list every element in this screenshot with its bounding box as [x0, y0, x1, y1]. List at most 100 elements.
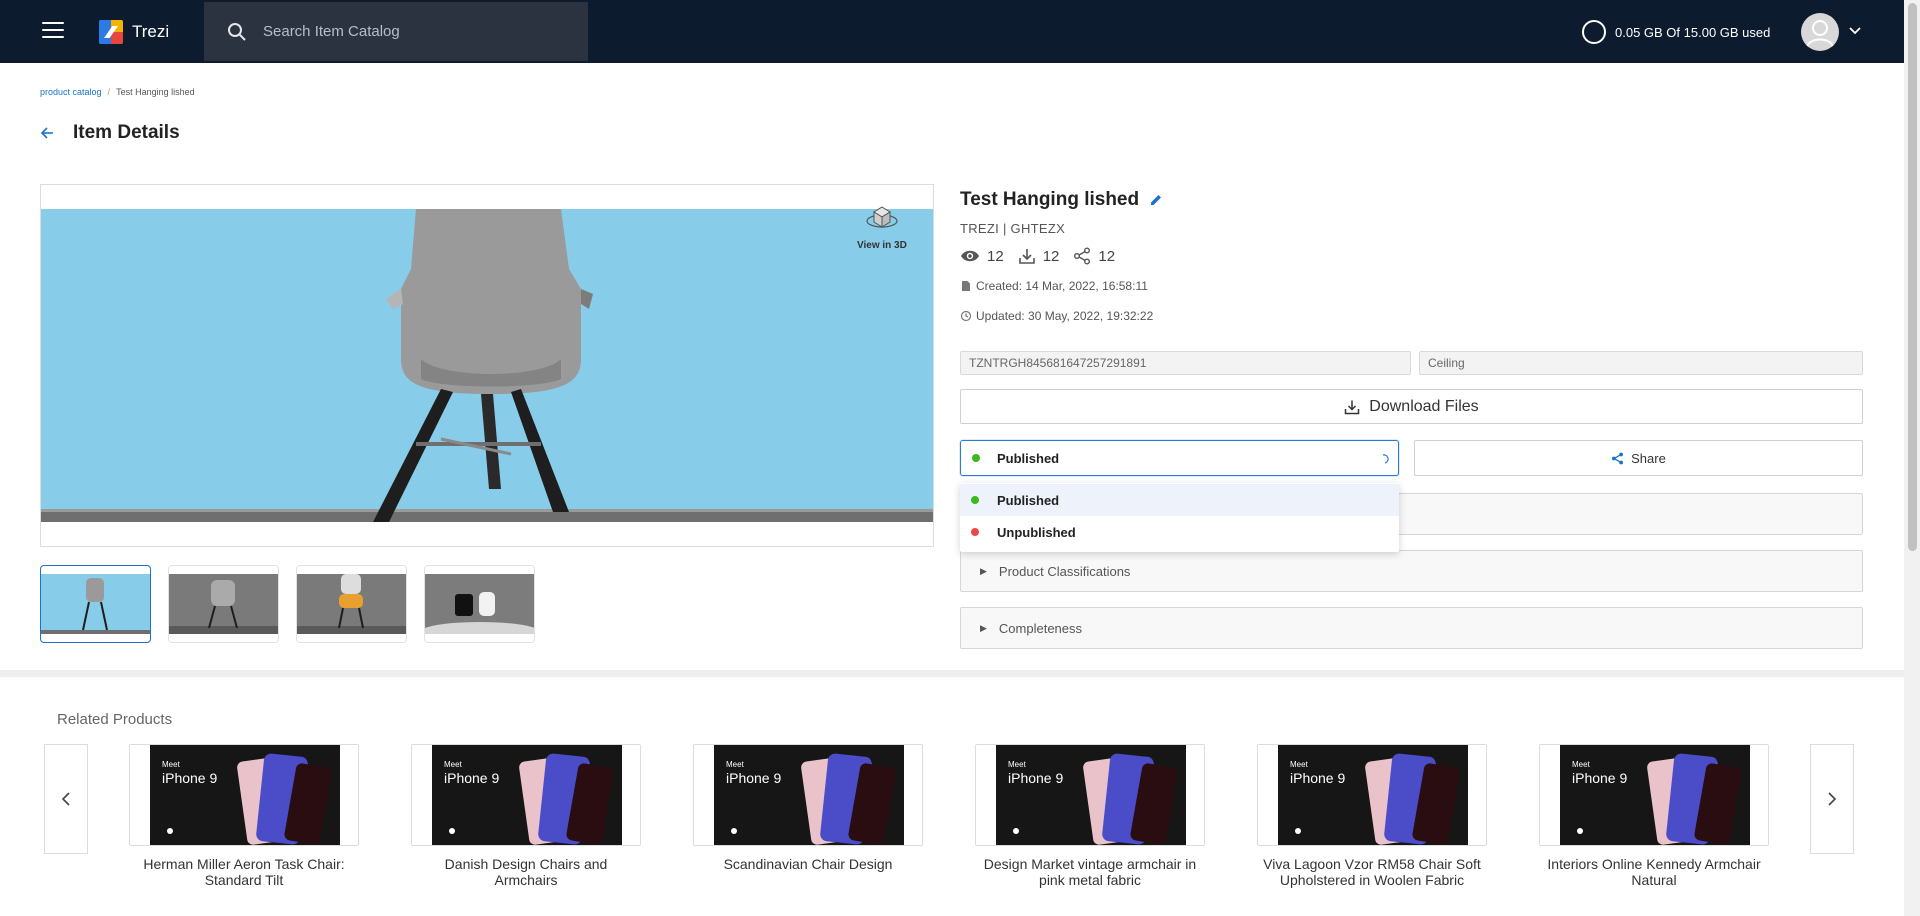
chevron-down-icon[interactable] [1848, 24, 1862, 38]
product-thumbnail-graphic: MeetiPhone 9 [1278, 745, 1468, 845]
chevron-left-icon [61, 792, 70, 806]
pencil-edit-icon[interactable] [1149, 193, 1163, 207]
related-product-name[interactable]: Interiors Online Kennedy Armchair Natura… [1539, 856, 1769, 888]
page-scrollbar[interactable] [1904, 0, 1920, 916]
caret-right-icon: ▶ [980, 565, 987, 576]
history-icon [960, 310, 972, 322]
trezi-logo-icon [99, 20, 123, 44]
image-text-model: iPhone 9 [1008, 770, 1063, 786]
sku-field: TZNTRGH845681647257291891 [960, 351, 1411, 375]
status-option-label: Unpublished [997, 524, 1076, 540]
updated-text: Updated: 30 May, 2022, 19:32:22 [976, 309, 1154, 323]
breadcrumb: product catalog / Test Hanging lished [40, 87, 195, 97]
shares-stat: 12 [1073, 247, 1115, 265]
related-product-image[interactable]: Meet iPhone 9 [975, 744, 1205, 846]
scrollbar-thumb[interactable] [1908, 3, 1917, 551]
accordion-classifications-label: Product Classifications [998, 563, 1131, 579]
cube-3d-icon [866, 206, 898, 228]
breadcrumb-separator: / [107, 87, 111, 97]
thumbnail-1[interactable] [40, 565, 151, 643]
status-dropdown-menu: Published Unpublished [960, 483, 1399, 552]
related-product-image[interactable]: Meet iPhone 9 [1539, 744, 1769, 846]
breadcrumb-link-catalog[interactable]: product catalog [40, 87, 102, 97]
download-icon [1018, 249, 1035, 264]
updated-date: Updated: 30 May, 2022, 19:32:22 [960, 309, 1153, 323]
status-option-unpublished[interactable]: Unpublished [960, 516, 1399, 548]
status-selected-value: Published [997, 450, 1060, 466]
app-logo[interactable]: Trezi [99, 20, 169, 44]
related-products-title: Related Products [57, 711, 173, 728]
view-in-3d-label: View in 3D [857, 240, 907, 251]
accordion-product-classifications[interactable]: ▶ Product Classifications [960, 550, 1863, 592]
related-product-image[interactable]: Meet iPhone 9 [693, 744, 923, 846]
status-option-published[interactable]: Published [960, 484, 1399, 516]
view-in-3d-button[interactable]: View in 3D [857, 205, 907, 251]
image-text-meet: Meet [726, 760, 745, 769]
views-count: 12 [987, 247, 1004, 265]
shares-count: 12 [1098, 247, 1116, 265]
chevron-right-icon [1828, 792, 1837, 806]
avatar[interactable] [1801, 13, 1839, 51]
thumbnail-3[interactable] [296, 565, 407, 643]
related-product-image[interactable]: Meet iPhone 9 [411, 744, 641, 846]
related-product-name[interactable]: Viva Lagoon Vzor RM58 Chair Soft Upholst… [1257, 856, 1487, 888]
related-product-image[interactable]: Meet iPhone 9 [1257, 744, 1487, 846]
category-field: Ceiling [1419, 351, 1863, 375]
download-files-label: Download Files [1369, 397, 1479, 415]
section-divider [0, 670, 1904, 677]
storage-ring-icon [1582, 20, 1606, 44]
product-thumbnail-graphic: MeetiPhone 9 [1560, 745, 1750, 845]
status-dot-published [972, 454, 980, 462]
product-render-image[interactable] [41, 209, 933, 522]
download-icon [1345, 400, 1360, 414]
related-product-image[interactable]: Meet iPhone 9 [129, 744, 359, 846]
related-product-card[interactable]: Meet iPhone 9 Design Market vintage armcha… [975, 744, 1205, 888]
image-text-meet: Meet [162, 760, 181, 769]
item-title-row: Test Hanging lished [960, 189, 1163, 211]
product-viewer[interactable]: View in 3D [40, 184, 934, 547]
image-text-meet: Meet [1290, 760, 1309, 769]
status-select[interactable]: Published [960, 440, 1399, 476]
document-icon [962, 281, 970, 291]
thumbnail-2[interactable] [168, 565, 279, 643]
related-product-card[interactable]: Meet iPhone 9 Scandinavian Chair Design [693, 744, 923, 872]
image-text-model: iPhone 9 [1290, 770, 1345, 786]
related-product-card[interactable]: Meet iPhone 9 Interiors Online Kennedy Arm… [1539, 744, 1769, 888]
related-product-card[interactable]: Meet iPhone 9 Danish Design Chairs and Arm… [411, 744, 641, 888]
image-text-meet: Meet [1008, 760, 1027, 769]
related-product-name[interactable]: Scandinavian Chair Design [693, 856, 923, 872]
image-text-model: iPhone 9 [1572, 770, 1627, 786]
carousel-prev-button[interactable] [44, 744, 88, 854]
search-input[interactable] [263, 23, 563, 40]
views-stat: 12 [960, 248, 1004, 265]
share-button[interactable]: Share [1414, 440, 1863, 476]
thumbnail-strip [40, 565, 535, 643]
item-stats: 12 12 12 [960, 247, 1129, 265]
user-avatar-icon [1806, 20, 1834, 48]
carousel-next-button[interactable] [1810, 744, 1854, 854]
accordion-completeness[interactable]: ▶ Completeness [960, 607, 1863, 649]
related-product-name[interactable]: Design Market vintage armchair in pink m… [975, 856, 1205, 888]
created-text: Created: 14 Mar, 2022, 16:58:11 [976, 279, 1148, 293]
image-text-meet: Meet [444, 760, 463, 769]
storage-usage: 0.05 GB Of 15.00 GB used [1582, 20, 1770, 44]
page-title: Item Details [73, 122, 180, 143]
related-product-card[interactable]: Meet iPhone 9 Herman Miller Aeron Task Cha… [129, 744, 359, 888]
status-dot-unpublished [971, 528, 979, 536]
download-files-button[interactable]: Download Files [960, 389, 1863, 424]
related-product-card[interactable]: Meet iPhone 9 Viva Lagoon Vzor RM58 Chair … [1257, 744, 1487, 888]
product-thumbnail-graphic: MeetiPhone 9 [996, 745, 1186, 845]
top-bar: Trezi 0.05 GB Of 15.00 GB used [0, 0, 1904, 63]
back-arrow-icon[interactable] [39, 125, 55, 141]
thumbnail-4[interactable] [424, 565, 535, 643]
status-option-label: Published [997, 492, 1060, 508]
image-text-model: iPhone 9 [726, 770, 781, 786]
related-product-name[interactable]: Herman Miller Aeron Task Chair: Standard… [129, 856, 359, 888]
share-icon [1612, 452, 1624, 464]
created-date: Created: 14 Mar, 2022, 16:58:11 [960, 279, 1148, 293]
related-product-name[interactable]: Danish Design Chairs and Armchairs [411, 856, 641, 888]
menu-icon[interactable] [42, 22, 64, 40]
image-text-model: iPhone 9 [162, 770, 217, 786]
product-thumbnail-graphic: MeetiPhone 9 [714, 745, 904, 845]
search-bar[interactable] [204, 2, 588, 61]
